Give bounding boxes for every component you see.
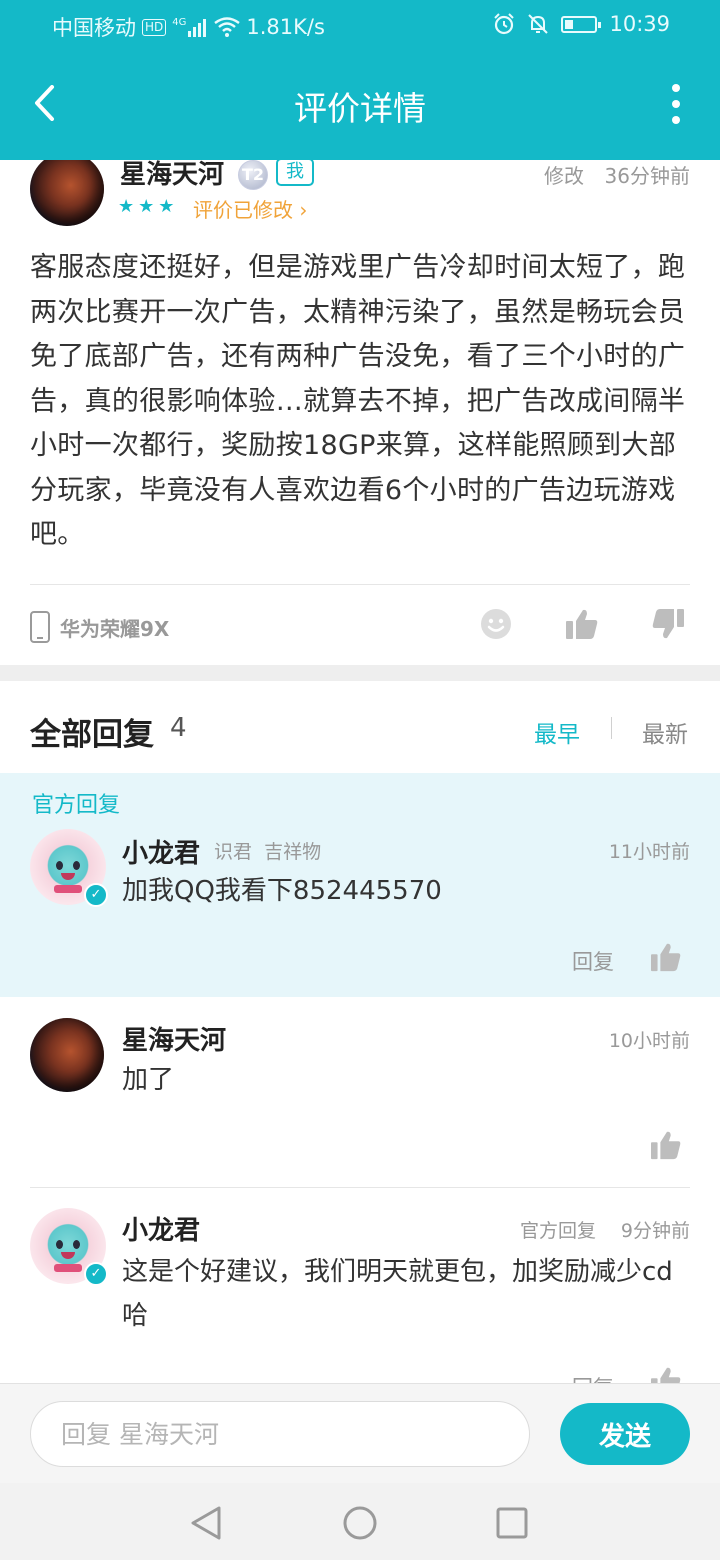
section-divider <box>0 665 720 681</box>
reply-time: 11小时前 <box>608 841 690 863</box>
top-bar: 中国移动 HD 4G 1.81K/s 10:39 评价详情 <box>0 0 720 160</box>
divider <box>30 584 690 585</box>
network-speed: 1.81K/s <box>246 15 325 39</box>
replies-title: 全部回复 <box>30 717 154 753</box>
square-recents-icon <box>496 1507 528 1539</box>
system-nav-bar <box>0 1483 720 1560</box>
hd-icon: HD <box>142 18 167 36</box>
clock: 10:39 <box>609 12 670 36</box>
review-body: 客服态度还挺好，但是游戏里广告冷却时间太短了，跑两次比赛开一次广告，太精神污染了… <box>30 252 686 550</box>
page-title: 评价详情 <box>294 89 426 128</box>
rating-stars: ★★★ <box>118 196 179 217</box>
avatar[interactable] <box>30 1018 104 1092</box>
thumbs-up-icon <box>566 609 598 639</box>
thumbs-up-icon <box>651 943 681 972</box>
like-button[interactable] <box>649 1128 683 1162</box>
emoji-button[interactable] <box>478 606 514 642</box>
reply-author[interactable]: 小龙君 <box>122 833 200 870</box>
send-button[interactable]: 发送 <box>560 1403 690 1465</box>
carrier-label: 中国移动 <box>52 16 136 40</box>
sort-earliest-tab[interactable]: 最早 <box>534 715 580 749</box>
phone-icon <box>30 611 50 643</box>
smiley-icon <box>481 609 511 639</box>
official-reply: 官方回复 ✓ 小龙君 识君 吉祥物 11小时前 加我QQ我看下852445570… <box>0 773 720 997</box>
header: 评价详情 <box>0 50 720 160</box>
device-info: 华为荣耀9X <box>30 610 169 644</box>
avatar[interactable] <box>30 152 104 226</box>
more-button[interactable] <box>668 84 684 124</box>
reply-text: 这是个好建议，我们明天就更包，加奖励减少cd哈 <box>122 1257 673 1331</box>
edited-label: 评价已修改 <box>193 198 293 222</box>
sort-latest-tab[interactable]: 最新 <box>642 715 688 749</box>
like-button[interactable] <box>564 606 600 642</box>
reply-author[interactable]: 星海天河 <box>122 1020 226 1057</box>
signal-icon: 4G <box>172 17 208 37</box>
replies-header: 全部回复 4 最早 最新 <box>0 681 720 773</box>
official-reply-tag: 官方回复 <box>520 1220 597 1242</box>
triangle-back-icon <box>191 1506 221 1540</box>
chevron-right-icon: › <box>299 198 308 222</box>
reply-author[interactable]: 小龙君 <box>122 1210 200 1247</box>
nav-home-button[interactable] <box>340 1503 380 1543</box>
alarm-icon <box>494 13 515 35</box>
reply-time: 10小时前 <box>608 1030 690 1052</box>
reply-text: 加我QQ我看下852445570 <box>122 876 442 906</box>
like-button[interactable] <box>649 940 683 974</box>
reply-bar: 发送 <box>0 1383 720 1483</box>
dislike-button[interactable] <box>650 606 686 642</box>
reply-input[interactable] <box>30 1401 530 1467</box>
avatar[interactable]: ✓ <box>30 1208 108 1286</box>
status-left: 中国移动 HD 4G 1.81K/s <box>52 12 325 42</box>
battery-icon <box>561 15 602 33</box>
verified-icon: ✓ <box>84 883 108 907</box>
thumbs-down-icon <box>652 609 684 639</box>
status-bar: 中国移动 HD 4G 1.81K/s 10:39 <box>0 0 720 50</box>
sort-separator <box>611 717 612 739</box>
edited-link[interactable]: 评价已修改 › <box>193 194 307 223</box>
divider <box>30 1187 690 1188</box>
author-tags: 识君 吉祥物 <box>214 841 322 863</box>
avatar[interactable]: ✓ <box>30 829 108 907</box>
verified-icon: ✓ <box>84 1262 108 1286</box>
device-name: 华为荣耀9X <box>60 616 170 641</box>
review-time: 36分钟前 <box>604 164 690 188</box>
level-badge: T2 <box>238 160 268 190</box>
wifi-icon <box>214 17 241 37</box>
official-reply-label: 官方回复 <box>32 793 121 818</box>
reply-text: 加了 <box>122 1065 175 1095</box>
nav-recents-button[interactable] <box>492 1503 532 1543</box>
me-badge: 我 <box>276 158 314 186</box>
edit-review-button[interactable]: 修改 <box>544 160 584 189</box>
reply-button[interactable]: 回复 <box>572 946 614 976</box>
network-type-label: 4G <box>172 17 187 28</box>
thumbs-up-icon <box>651 1131 681 1160</box>
status-right: 10:39 <box>493 12 670 36</box>
nav-back-button[interactable] <box>186 1503 226 1543</box>
replies-count: 4 <box>170 713 187 743</box>
reply-time: 9分钟前 <box>620 1220 690 1242</box>
circle-home-icon <box>343 1506 377 1540</box>
bell-off-icon <box>528 14 549 34</box>
more-vertical-icon <box>672 84 680 92</box>
